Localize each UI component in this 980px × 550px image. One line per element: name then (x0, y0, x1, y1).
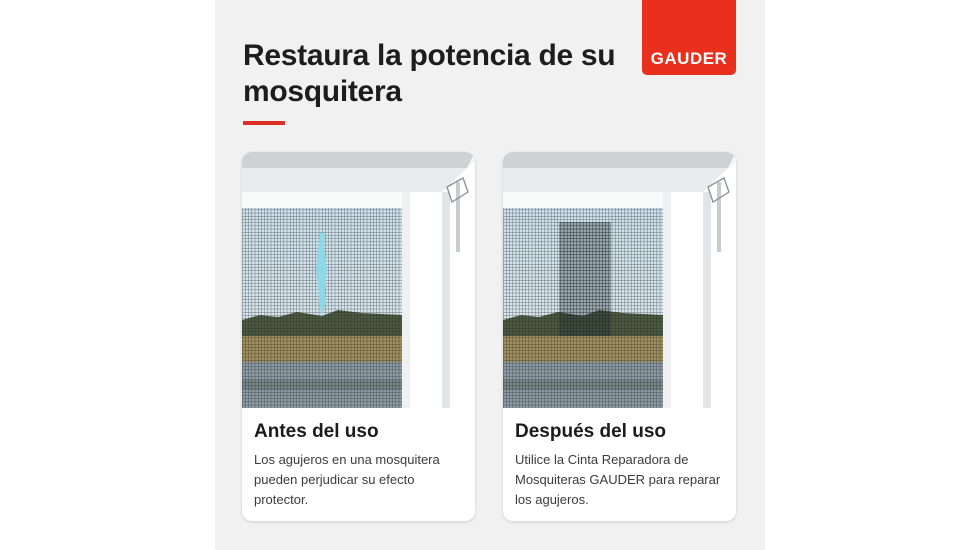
logo-text: GAUDER (650, 49, 728, 68)
before-photo (242, 152, 475, 408)
before-card: Antes del uso Los agujeros en una mosqui… (242, 152, 475, 521)
title-accent-bar (243, 121, 285, 125)
after-card: Después del uso Utilice la Cinta Reparad… (503, 152, 736, 521)
before-card-title: Antes del uso (254, 421, 379, 442)
gauder-logo: GAUDER (642, 0, 736, 75)
after-card-title: Después del uso (515, 421, 666, 442)
ad-panel: GAUDER Restaura la potencia de su mosqui… (215, 0, 765, 550)
after-card-text: Utilice la Cinta Reparadora de Mosquiter… (515, 452, 721, 507)
after-photo (503, 152, 736, 408)
before-card-text: Los agujeros en una mosquitera pueden pe… (254, 452, 440, 507)
page-title: Restaura la potencia de su mosquitera (243, 39, 616, 108)
